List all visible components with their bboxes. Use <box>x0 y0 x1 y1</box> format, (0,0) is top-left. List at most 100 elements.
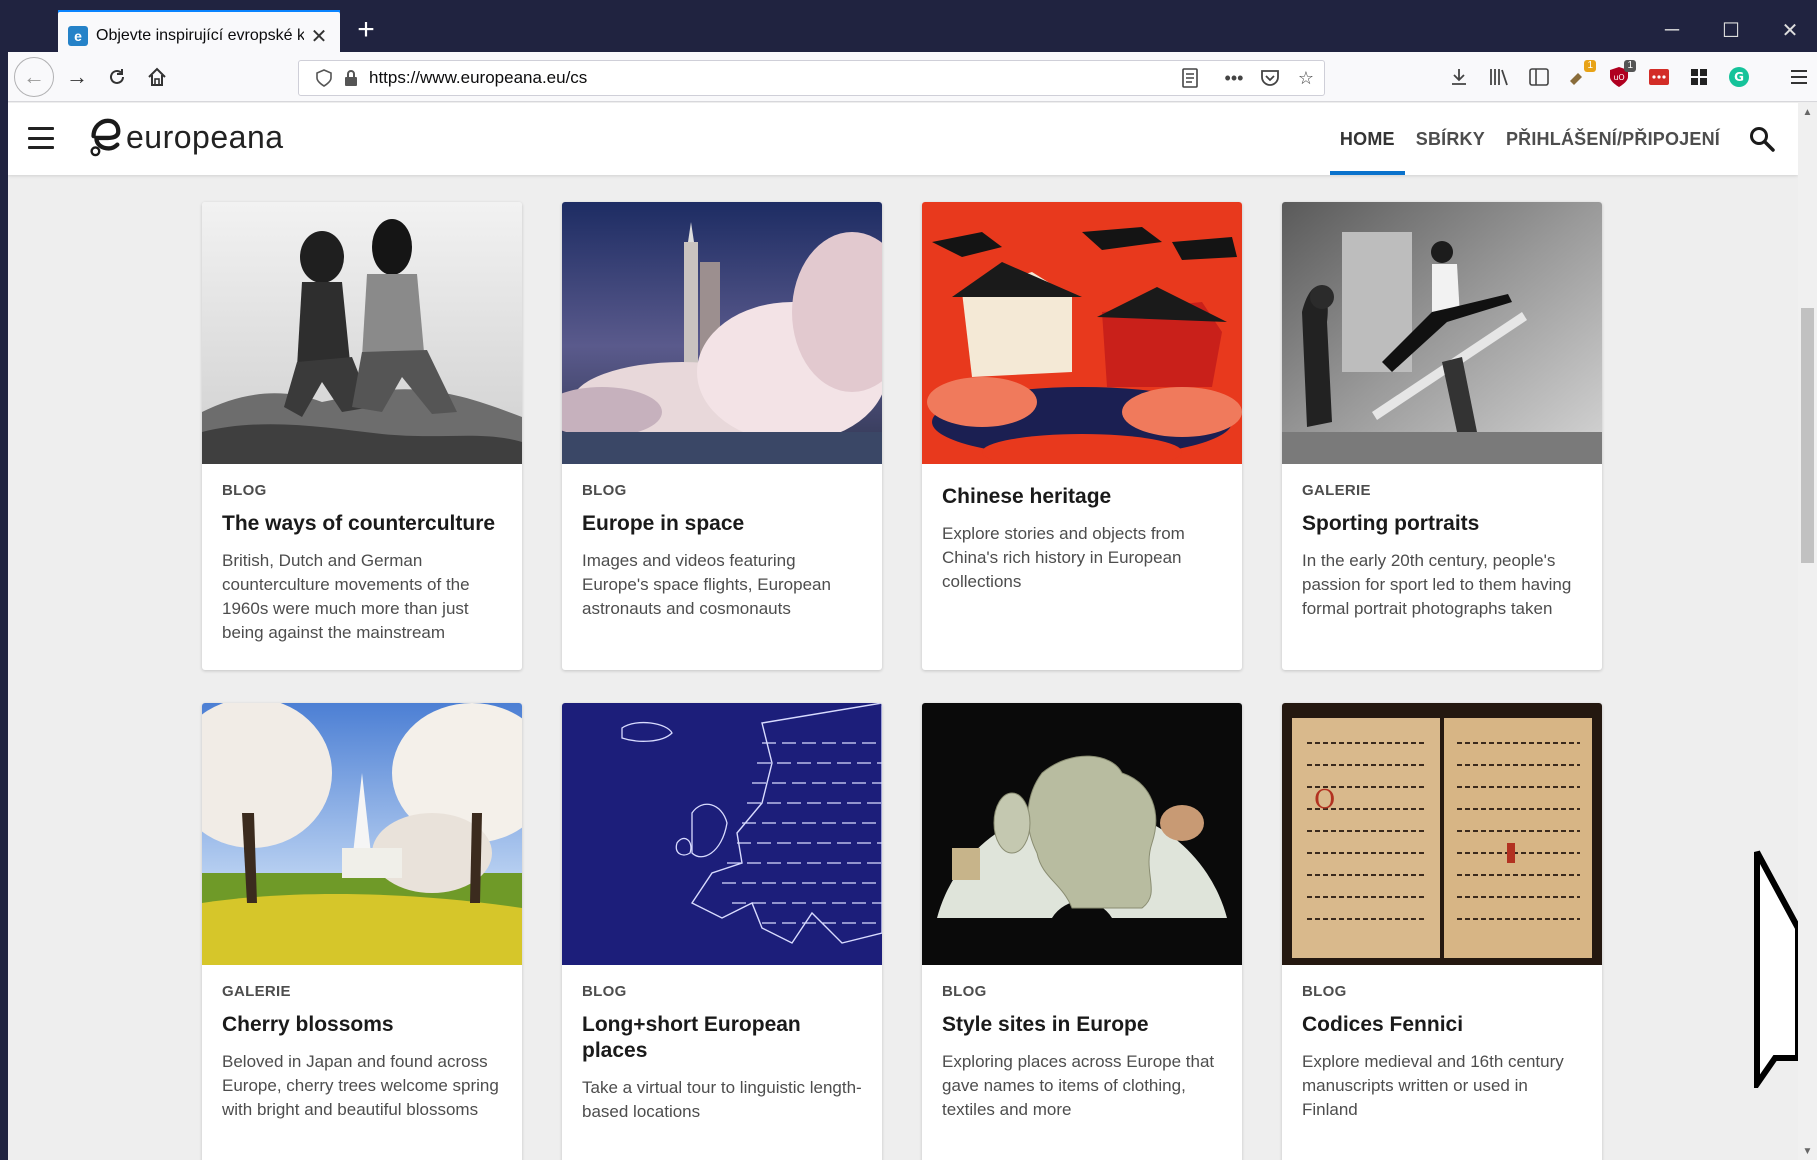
card-type: GALERIE <box>1302 482 1371 499</box>
home-icon <box>148 67 166 86</box>
close-window-icon[interactable]: ✕ <box>1767 10 1813 50</box>
card-image[interactable] <box>202 703 522 965</box>
maximize-icon[interactable]: ☐ <box>1708 10 1754 50</box>
nav-collections[interactable]: SBÍRKY <box>1416 103 1485 175</box>
card-image[interactable] <box>922 202 1242 464</box>
extension-badge: 1 <box>1584 60 1596 72</box>
card-codices-fennici[interactable]: O BLOG Codices Fennici Explore medieval … <box>1282 703 1602 1160</box>
sidebar-icon[interactable] <box>1524 62 1554 92</box>
card-image[interactable] <box>922 703 1242 965</box>
card-title[interactable]: Europe in space <box>582 511 862 537</box>
card-style-sites[interactable]: BLOG Style sites in Europe Exploring pla… <box>922 703 1242 1160</box>
card-type: GALERIE <box>222 983 291 1000</box>
card-long-short-places[interactable]: BLOG Long+short European places Take a v… <box>562 703 882 1160</box>
back-button[interactable]: ← <box>14 57 54 97</box>
nav-toolbar: ← → https://www.europeana.eu/cs ••• ☆ 1 … <box>8 52 1817 102</box>
page-actions-icon[interactable]: ••• <box>1216 61 1252 95</box>
card-body: BLOG The ways of counterculture British,… <box>202 464 522 665</box>
card-description: Exploring places across Europe that gave… <box>942 1052 1215 1119</box>
card-image[interactable] <box>202 202 522 464</box>
card-europe-in-space[interactable]: BLOG Europe in space Images and videos f… <box>562 202 882 670</box>
url-text[interactable]: https://www.europeana.eu/cs <box>369 68 1172 88</box>
card-body: BLOG Codices Fennici Explore medieval an… <box>1282 965 1602 1142</box>
minimize-icon[interactable]: ─ <box>1649 10 1695 50</box>
ublock-badge: 1 <box>1624 60 1636 72</box>
card-type: BLOG <box>1302 983 1347 1000</box>
card-image[interactable]: O <box>1282 703 1602 965</box>
scroll-up-arrow-icon[interactable]: ▲ <box>1798 103 1817 121</box>
browser-window: e Objevte inspirující evropské kul ✕ + ─… <box>0 0 1817 1160</box>
tracking-shield-icon[interactable] <box>309 69 339 87</box>
reader-view-icon[interactable] <box>1172 61 1208 95</box>
card-body: BLOG Europe in space Images and videos f… <box>562 464 882 641</box>
scroll-down-arrow-icon[interactable]: ▼ <box>1798 1142 1817 1160</box>
card-image[interactable] <box>562 202 882 464</box>
card-title[interactable]: Chinese heritage <box>942 484 1222 510</box>
downloads-icon[interactable] <box>1444 62 1474 92</box>
main-nav: HOME SBÍRKY PŘIHLÁŠENÍ/PŘIPOJENÍ <box>1319 103 1720 175</box>
pocket-icon[interactable] <box>1252 61 1288 95</box>
vertical-scrollbar[interactable]: ▲ ▼ <box>1798 103 1817 1160</box>
lastpass-icon[interactable] <box>1644 62 1674 92</box>
card-title[interactable]: Codices Fennici <box>1302 1012 1582 1038</box>
europeana-logo[interactable]: europeana <box>86 117 284 157</box>
card-body: GALERIE Sporting portraits In the early … <box>1282 464 1602 641</box>
scroll-thumb[interactable] <box>1801 308 1814 563</box>
card-type: BLOG <box>222 482 267 499</box>
library-icon[interactable] <box>1484 62 1514 92</box>
card-image[interactable] <box>1282 202 1602 464</box>
card-image[interactable] <box>562 703 882 965</box>
card-sporting-portraits[interactable]: GALERIE Sporting portraits In the early … <box>1282 202 1602 670</box>
svg-text:O: O <box>1314 785 1335 815</box>
search-icon[interactable] <box>1748 125 1778 155</box>
card-description: Take a virtual tour to linguistic length… <box>582 1078 862 1121</box>
page-content: europeana HOME SBÍRKY PŘIHLÁŠENÍ/PŘIPOJE… <box>8 103 1798 1160</box>
card-title[interactable]: Style sites in Europe <box>942 1012 1222 1038</box>
reload-button[interactable] <box>100 60 134 94</box>
card-description: British, Dutch and German counterculture… <box>222 551 470 642</box>
card-body: BLOG Style sites in Europe Exploring pla… <box>922 965 1242 1142</box>
card-description: Explore stories and objects from China's… <box>942 524 1185 591</box>
home-button[interactable] <box>140 60 174 94</box>
card-body: Chinese heritage Explore stories and obj… <box>922 464 1242 614</box>
card-description: Images and videos featuring Europe's spa… <box>582 551 831 618</box>
card-description: In the early 20th century, people's pass… <box>1302 551 1572 618</box>
forward-button[interactable]: → <box>60 60 94 94</box>
card-type: BLOG <box>582 983 627 1000</box>
window-edge <box>0 0 8 1160</box>
bookmark-star-icon[interactable]: ☆ <box>1288 61 1324 95</box>
card-description: Explore medieval and 16th century manusc… <box>1302 1052 1564 1119</box>
logo-text: europeana <box>126 118 284 155</box>
card-type: BLOG <box>942 983 987 1000</box>
card-body: GALERIE Cherry blossoms Beloved in Japan… <box>202 965 522 1142</box>
tab-title: Objevte inspirující evropské kul <box>96 27 304 44</box>
card-title[interactable]: The ways of counterculture <box>222 511 502 537</box>
grammarly-icon[interactable]: G <box>1724 62 1754 92</box>
grid-extension-icon[interactable] <box>1684 62 1714 92</box>
europeana-logo-icon <box>90 118 121 157</box>
svg-text:G: G <box>1734 70 1744 84</box>
tab-close-icon[interactable]: ✕ <box>308 25 330 48</box>
app-menu-icon[interactable] <box>1784 62 1814 92</box>
new-tab-button[interactable]: + <box>350 13 382 46</box>
nav-home[interactable]: HOME <box>1329 103 1405 175</box>
ublock-icon[interactable]: uO 1 <box>1604 60 1636 92</box>
extension-icon[interactable]: 1 <box>1564 60 1596 92</box>
hamburger-menu-icon[interactable] <box>28 127 54 149</box>
url-bar[interactable]: https://www.europeana.eu/cs ••• ☆ <box>298 60 1325 96</box>
svg-text:uO: uO <box>1613 73 1624 82</box>
card-title[interactable]: Cherry blossoms <box>222 1012 502 1038</box>
card-description: Beloved in Japan and found across Europe… <box>222 1052 499 1119</box>
nav-login[interactable]: PŘIHLÁŠENÍ/PŘIPOJENÍ <box>1506 103 1720 175</box>
card-type: BLOG <box>582 482 627 499</box>
card-body: BLOG Long+short European places Take a v… <box>562 965 882 1144</box>
card-chinese-heritage[interactable]: Chinese heritage Explore stories and obj… <box>922 202 1242 670</box>
mouse-cursor-icon <box>1754 850 1798 1088</box>
card-cherry-blossoms[interactable]: GALERIE Cherry blossoms Beloved in Japan… <box>202 703 522 1160</box>
card-counterculture[interactable]: BLOG The ways of counterculture British,… <box>202 202 522 670</box>
card-title[interactable]: Long+short European places <box>582 1012 862 1064</box>
card-title[interactable]: Sporting portraits <box>1302 511 1582 537</box>
lock-icon[interactable] <box>339 69 363 87</box>
reload-icon <box>110 69 124 84</box>
site-header: europeana HOME SBÍRKY PŘIHLÁŠENÍ/PŘIPOJE… <box>8 103 1798 175</box>
